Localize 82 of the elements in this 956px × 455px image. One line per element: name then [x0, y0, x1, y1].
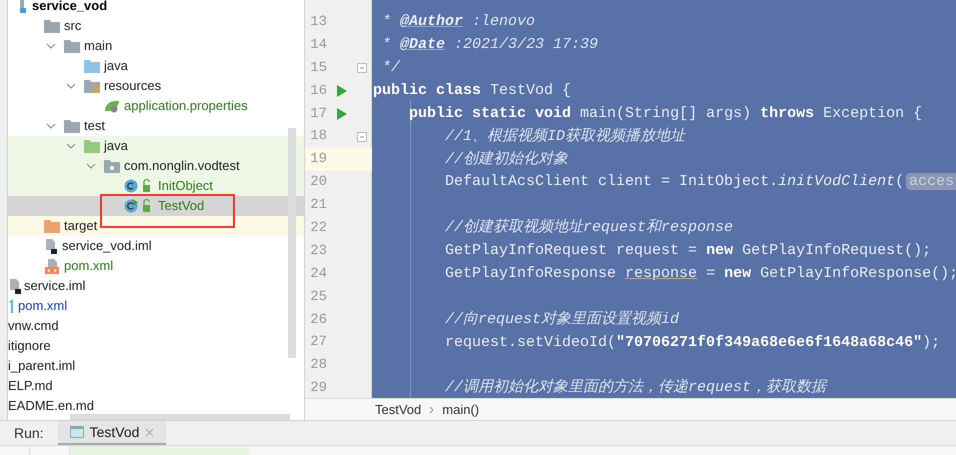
- code-line: GetPlayInfoResponse response = new GetPlayInfoResponse();: [444, 264, 956, 284]
- tree-item[interactable]: EADME.en.md: [8, 396, 94, 416]
- line-number: 29: [309, 379, 327, 398]
- line-number: 15: [309, 58, 327, 78]
- tree-item[interactable]: target: [64, 216, 98, 236]
- run-icon[interactable]: [337, 108, 347, 120]
- tree-item[interactable]: InitObject: [158, 176, 213, 196]
- run-icon[interactable]: [337, 85, 347, 98]
- tree-item[interactable]: vnw.cmd: [8, 316, 59, 336]
- tree-item[interactable]: service.iml: [24, 276, 86, 296]
- folder-icon: [64, 40, 80, 52]
- module-icon: [20, 0, 28, 13]
- tree-item[interactable]: resources: [104, 76, 162, 96]
- tree-item[interactable]: ELP.md: [8, 376, 53, 396]
- chevron-down-icon[interactable]: [46, 123, 56, 129]
- leaf-icon: [104, 99, 120, 113]
- line-number: 20: [309, 173, 327, 192]
- tree-item[interactable]: pom.xml: [18, 296, 68, 316]
- code-line: //创建获取视频地址request和response: [444, 218, 734, 238]
- file-icon: [8, 278, 22, 294]
- folder-icon: [44, 20, 60, 32]
- line-number: 18: [309, 127, 327, 146]
- code-line: public static void main(String[] args) throws Exception {: [408, 104, 922, 124]
- line-number: 26: [309, 310, 327, 330]
- breadcrumb[interactable]: TestVod: [375, 400, 422, 420]
- line-number: 14: [309, 36, 327, 55]
- tree-item[interactable]: itignore: [8, 336, 51, 356]
- folder-icon: [84, 80, 100, 92]
- folder-icon: [44, 220, 60, 232]
- line-number: 25: [309, 288, 327, 307]
- line-number: 22: [309, 218, 327, 238]
- code-line: //创建初始化对象: [444, 150, 568, 170]
- scrollbar[interactable]: [288, 128, 296, 358]
- tree-item[interactable]: service_vod: [32, 0, 108, 16]
- console-icon: [70, 426, 84, 438]
- line-number: 27: [309, 333, 327, 352]
- line-number: 24: [309, 264, 327, 284]
- folder-icon: [64, 120, 80, 132]
- code-line: * @Date :2021/3/23 17:39: [381, 35, 598, 56]
- file-icon: [44, 238, 58, 254]
- fold-icon[interactable]: [357, 132, 367, 142]
- breadcrumb[interactable]: main(): [442, 400, 480, 420]
- package-icon: [104, 160, 120, 172]
- code-line: request.setVideoId("70706271f0f349a68e6e6f1648a68c46");: [444, 332, 940, 353]
- tree-item[interactable]: TestVod: [158, 196, 204, 216]
- code-line: * @Author :lenovo: [381, 12, 536, 32]
- tree-item[interactable]: i_parent.iml: [8, 356, 76, 376]
- line-number: 23: [309, 242, 327, 261]
- tree-item[interactable]: service_vod.iml: [62, 236, 152, 256]
- chevron-down-icon[interactable]: [66, 83, 76, 89]
- scrollbar[interactable]: [70, 414, 290, 420]
- fold-icon[interactable]: [357, 63, 367, 74]
- tree-item[interactable]: test: [84, 116, 105, 136]
- code-line: DefaultAcsClient client = InitObject.initVodClient( acces: [444, 172, 956, 192]
- line-number: 21: [309, 196, 327, 216]
- code-line: //调用初始化对象里面的方法，传递request，获取数据: [444, 377, 826, 398]
- code-line: //1、根据视频ID获取视频播放地址: [444, 126, 686, 147]
- close-icon[interactable]: [145, 428, 154, 436]
- tree-item[interactable]: src: [64, 16, 82, 36]
- chevron-down-icon[interactable]: [66, 143, 76, 149]
- line-number: 19: [309, 150, 327, 170]
- chevron-right-icon: [429, 406, 434, 414]
- line-number: 16: [309, 82, 327, 101]
- run-label: Run:: [14, 424, 44, 442]
- run-tab[interactable]: TestVod: [58, 421, 166, 445]
- folder-icon: [84, 140, 100, 152]
- tree-item[interactable]: java: [104, 136, 128, 156]
- line-number: 28: [309, 356, 327, 376]
- tree-item[interactable]: java: [104, 56, 128, 76]
- code-line: public class TestVod {: [372, 80, 572, 101]
- line-number: 13: [309, 12, 327, 32]
- tree-item[interactable]: main: [84, 36, 112, 56]
- chevron-down-icon[interactable]: [46, 43, 56, 49]
- xml-file-icon: [44, 258, 60, 274]
- folder-icon: [84, 60, 100, 72]
- code-line: //向request对象里面设置视频id: [444, 310, 680, 330]
- chevron-down-icon[interactable]: [86, 163, 96, 169]
- tree-item[interactable]: pom.xml: [64, 256, 114, 276]
- line-number: 17: [309, 104, 327, 124]
- code-line: GetPlayInfoRequest request = new GetPlayInfoRequest();: [444, 241, 932, 262]
- code-line: */: [381, 58, 400, 78]
- tree-item[interactable]: application.properties: [124, 96, 248, 116]
